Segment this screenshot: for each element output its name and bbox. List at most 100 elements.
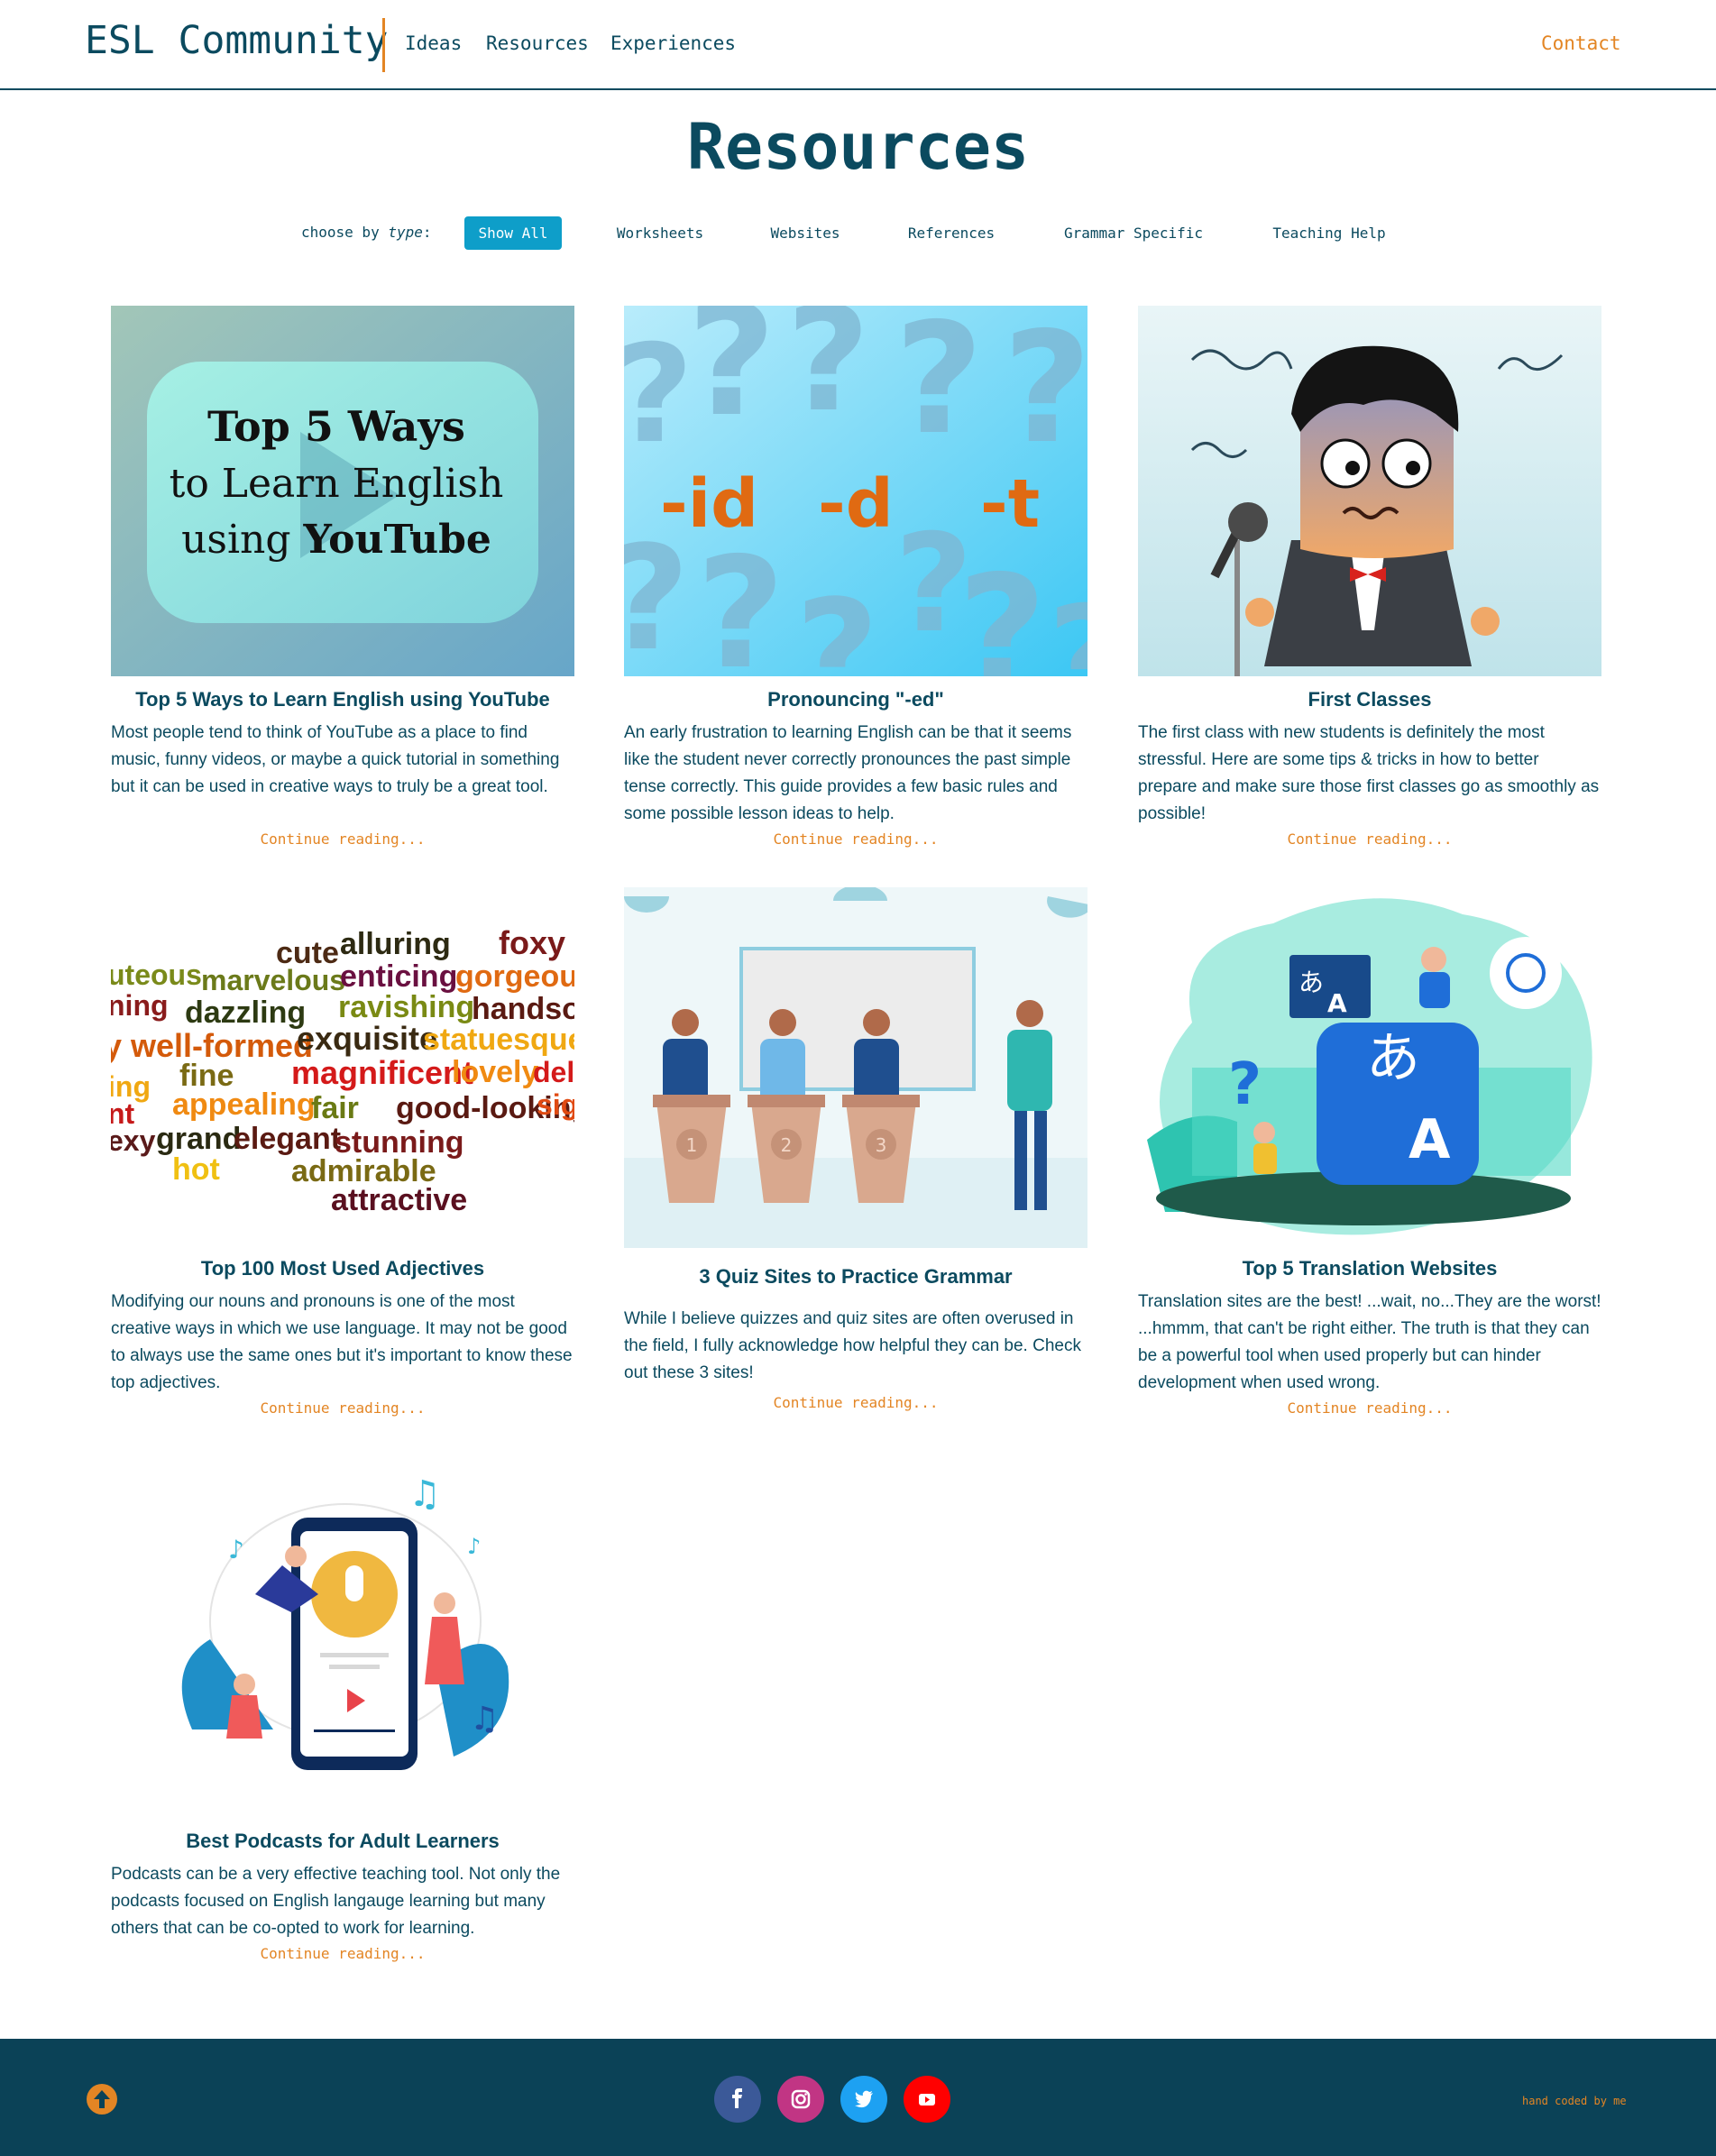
word-cloud-term: exquisite bbox=[297, 1020, 437, 1057]
filter-worksheets-button[interactable]: Worksheets bbox=[600, 216, 720, 250]
podcast-illustration: ♫ ♫ ♪ ♪ bbox=[111, 1459, 574, 1802]
card-image-translation[interactable]: あ A あ A ? bbox=[1138, 887, 1601, 1248]
question-mark: ? bbox=[1228, 1051, 1262, 1118]
word-cloud-term: del bbox=[533, 1056, 574, 1088]
nav-link-ideas[interactable]: Ideas bbox=[405, 32, 462, 54]
nav-link-contact[interactable]: Contact bbox=[1541, 32, 1621, 54]
filter-grammar-specific-button[interactable]: Grammar Specific bbox=[1050, 216, 1217, 250]
svg-text:?: ? bbox=[1003, 306, 1087, 478]
nav-link-experiences[interactable]: Experiences bbox=[610, 32, 736, 54]
suffix-id: -id bbox=[660, 465, 758, 543]
filter-websites-button[interactable]: Websites bbox=[753, 216, 858, 250]
word-cloud-term: hot bbox=[172, 1152, 220, 1187]
word-cloud-term: fair bbox=[311, 1091, 359, 1125]
word-cloud-term: handsome bbox=[472, 992, 574, 1026]
brand-logo[interactable]: ESL Community bbox=[85, 18, 389, 63]
small-kana-glyph: あ bbox=[1298, 968, 1324, 997]
translation-illustration: あ A あ A ? bbox=[1138, 887, 1601, 1248]
filter-teaching-help-button[interactable]: Teaching Help bbox=[1257, 216, 1401, 250]
facebook-button[interactable] bbox=[714, 2076, 761, 2123]
continue-reading-link[interactable]: Continue reading... bbox=[111, 1399, 574, 1417]
continue-reading-link[interactable]: Continue reading... bbox=[111, 830, 574, 848]
card-title[interactable]: Best Podcasts for Adult Learners bbox=[111, 1830, 574, 1853]
card-title[interactable]: 3 Quiz Sites to Practice Grammar bbox=[624, 1265, 1087, 1289]
word-cloud-term: statuesque bbox=[423, 1023, 574, 1057]
svg-text:?: ? bbox=[624, 317, 693, 473]
word-cloud-term: enticing bbox=[340, 959, 457, 994]
word-cloud-term: foxy bbox=[499, 924, 565, 961]
card-image-youtube[interactable]: Top 5 Ways to Learn English using YouTub… bbox=[111, 306, 574, 676]
svg-text:♪: ♪ bbox=[228, 1535, 244, 1564]
card-image-first-classes[interactable] bbox=[1138, 306, 1601, 676]
youtube-icon bbox=[919, 2094, 935, 2106]
card-title[interactable]: First Classes bbox=[1138, 688, 1601, 711]
word-cloud-term: uteous bbox=[111, 959, 202, 991]
image-line-3: using YouTube bbox=[181, 517, 491, 563]
question-marks-illustration: ? ? ? ? ? ? ? ? ? ? ? -id -d -t bbox=[624, 306, 1087, 676]
word-cloud-term: grand bbox=[156, 1122, 241, 1156]
continue-reading-link[interactable]: Continue reading... bbox=[1138, 1399, 1601, 1417]
continue-reading-link[interactable]: Continue reading... bbox=[1138, 830, 1601, 848]
nervous-speaker-illustration bbox=[1138, 306, 1601, 676]
top-nav: ESL Community Ideas Resources Experience… bbox=[0, 0, 1716, 90]
filter-label: choose by type: bbox=[301, 224, 432, 241]
card-image-quiz-sites[interactable]: 1 2 3 bbox=[624, 887, 1087, 1248]
small-latin-glyph: A bbox=[1327, 988, 1347, 1018]
card-description: Most people tend to think of YouTube as … bbox=[111, 723, 560, 796]
twitter-icon bbox=[855, 2090, 873, 2108]
card-title[interactable]: Top 5 Translation Websites bbox=[1138, 1257, 1601, 1280]
card-description: Modifying our nouns and pronouns is one … bbox=[111, 1292, 573, 1392]
card-image-podcasts[interactable]: ♫ ♫ ♪ ♪ bbox=[111, 1459, 574, 1802]
kana-glyph: あ bbox=[1366, 1027, 1420, 1090]
site-footer: hand coded by me bbox=[0, 2039, 1716, 2156]
card-image-pronouncing-ed[interactable]: ? ? ? ? ? ? ? ? ? ? ? -id -d -t bbox=[624, 306, 1087, 676]
svg-text:?: ? bbox=[786, 306, 870, 444]
word-cloud-term: marvelous bbox=[201, 964, 345, 996]
word-cloud-term: gorgeous bbox=[455, 959, 574, 994]
word-cloud-term: exy bbox=[111, 1124, 156, 1157]
svg-text:?: ? bbox=[795, 568, 879, 676]
card-image-adjectives[interactable]: uteous ning y well-formed ing nt exy cut… bbox=[111, 887, 574, 1221]
instagram-button[interactable] bbox=[777, 2076, 824, 2123]
word-cloud-term: dazzling bbox=[185, 995, 306, 1030]
filter-label-suffix: : bbox=[422, 224, 432, 241]
filter-label-prefix: choose by bbox=[301, 224, 380, 241]
svg-text:♪: ♪ bbox=[467, 1534, 481, 1559]
filter-label-type: type bbox=[388, 224, 423, 241]
word-cloud-term: attractive bbox=[331, 1183, 467, 1217]
svg-text:♫: ♫ bbox=[408, 1473, 441, 1515]
arrow-up-icon bbox=[94, 2090, 110, 2108]
footer-credit: hand coded by me bbox=[1522, 2095, 1627, 2107]
word-cloud-term: sig bbox=[537, 1088, 574, 1121]
podium-number: 3 bbox=[876, 1134, 887, 1156]
card-title[interactable]: Pronouncing "-ed" bbox=[624, 688, 1087, 711]
card-title[interactable]: Top 5 Ways to Learn English using YouTub… bbox=[111, 688, 574, 711]
card-title[interactable]: Top 100 Most Used Adjectives bbox=[111, 1257, 574, 1280]
card-description: The first class with new students is def… bbox=[1138, 723, 1600, 823]
word-cloud-term: magnificent bbox=[291, 1054, 473, 1091]
facebook-icon bbox=[732, 2088, 742, 2108]
instagram-icon bbox=[791, 2089, 811, 2109]
card-description: While I believe quizzes and quiz sites a… bbox=[624, 1309, 1081, 1382]
filter-show-all-button[interactable]: Show All bbox=[464, 216, 562, 250]
youtube-button[interactable] bbox=[904, 2076, 950, 2123]
nav-link-resources[interactable]: Resources bbox=[486, 32, 589, 54]
word-cloud-term: alluring bbox=[340, 927, 451, 961]
image-line-3b: YouTube bbox=[303, 517, 491, 563]
card-description: An early frustration to learning English… bbox=[624, 723, 1072, 823]
svg-text:♫: ♫ bbox=[470, 1701, 499, 1738]
continue-reading-link[interactable]: Continue reading... bbox=[624, 830, 1087, 848]
back-to-top-button[interactable] bbox=[87, 2084, 117, 2115]
svg-text:?: ? bbox=[696, 525, 785, 676]
continue-reading-link[interactable]: Continue reading... bbox=[624, 1394, 1087, 1411]
suffix-t: -t bbox=[980, 465, 1040, 543]
twitter-button[interactable] bbox=[840, 2076, 887, 2123]
continue-reading-link[interactable]: Continue reading... bbox=[111, 1945, 574, 1962]
podium-number: 2 bbox=[781, 1134, 793, 1156]
filter-references-button[interactable]: References bbox=[893, 216, 1010, 250]
latin-glyph: A bbox=[1409, 1108, 1451, 1171]
page-title: Resources bbox=[686, 110, 1030, 184]
brand-divider bbox=[382, 18, 385, 72]
card-description: Podcasts can be a very effective teachin… bbox=[111, 1865, 561, 1938]
suffix-d: -d bbox=[818, 465, 894, 543]
